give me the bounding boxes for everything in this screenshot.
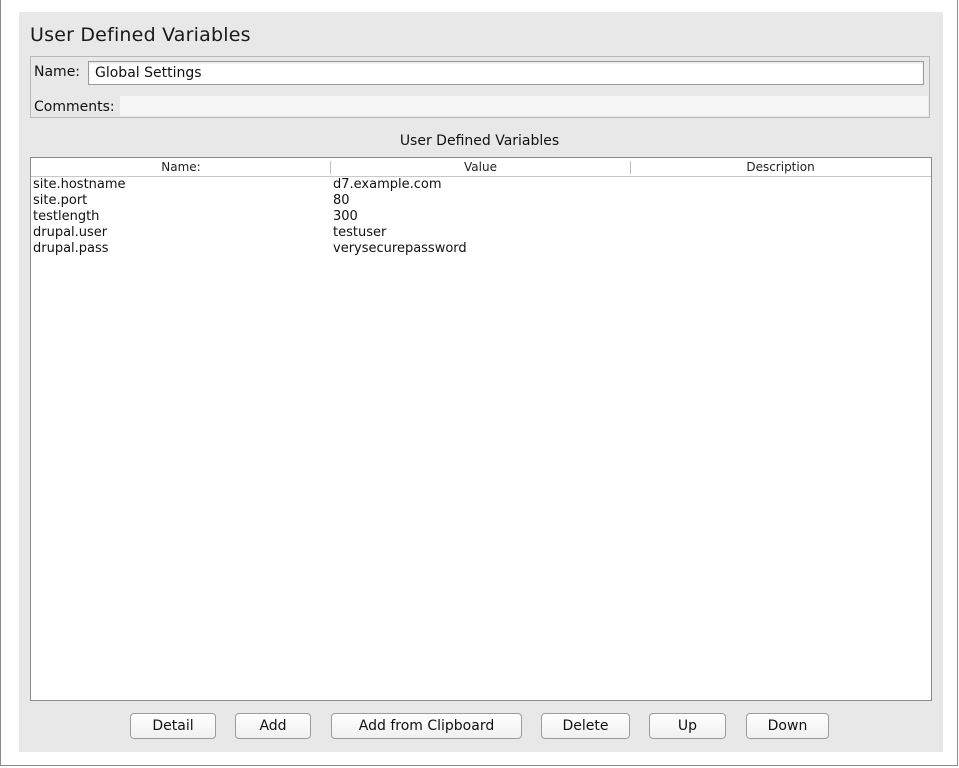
delete-button[interactable]: Delete (541, 713, 630, 739)
cell-name: site.hostname (33, 177, 126, 192)
column-header-name[interactable]: Name: (31, 160, 331, 174)
panel-title: User Defined Variables (30, 24, 251, 46)
up-button[interactable]: Up (649, 713, 726, 739)
cell-name: site.port (33, 193, 88, 208)
table-row[interactable]: testlength 300 (31, 209, 931, 225)
cell-value: d7.example.com (333, 177, 442, 192)
add-from-clipboard-button[interactable]: Add from Clipboard (331, 713, 522, 739)
name-input[interactable] (88, 61, 924, 85)
table-row[interactable]: site.port 80 (31, 193, 931, 209)
comments-label: Comments: (34, 99, 115, 115)
table-caption: User Defined Variables (399, 133, 560, 149)
down-button[interactable]: Down (746, 713, 829, 739)
table-header: Name: Value Description (31, 158, 931, 177)
cell-value: 300 (333, 209, 358, 224)
cell-value: verysecurepassword (333, 241, 467, 256)
column-header-description[interactable]: Description (631, 160, 930, 174)
table-row[interactable]: drupal.user testuser (31, 225, 931, 241)
cell-value: 80 (333, 193, 350, 208)
detail-button[interactable]: Detail (130, 713, 216, 739)
column-header-value[interactable]: Value (331, 160, 630, 174)
cell-name: drupal.user (33, 225, 108, 240)
table-row[interactable]: drupal.pass verysecurepassword (31, 241, 931, 257)
cell-name: testlength (33, 209, 100, 224)
cell-value: testuser (333, 225, 387, 240)
cell-name: drupal.pass (33, 241, 109, 256)
name-label: Name: (34, 64, 81, 80)
add-button[interactable]: Add (235, 713, 311, 739)
table-row[interactable]: site.hostname d7.example.com (31, 177, 931, 193)
comments-field[interactable] (120, 96, 928, 116)
variables-table[interactable]: Name: Value Description site.hostname d7… (30, 157, 932, 701)
